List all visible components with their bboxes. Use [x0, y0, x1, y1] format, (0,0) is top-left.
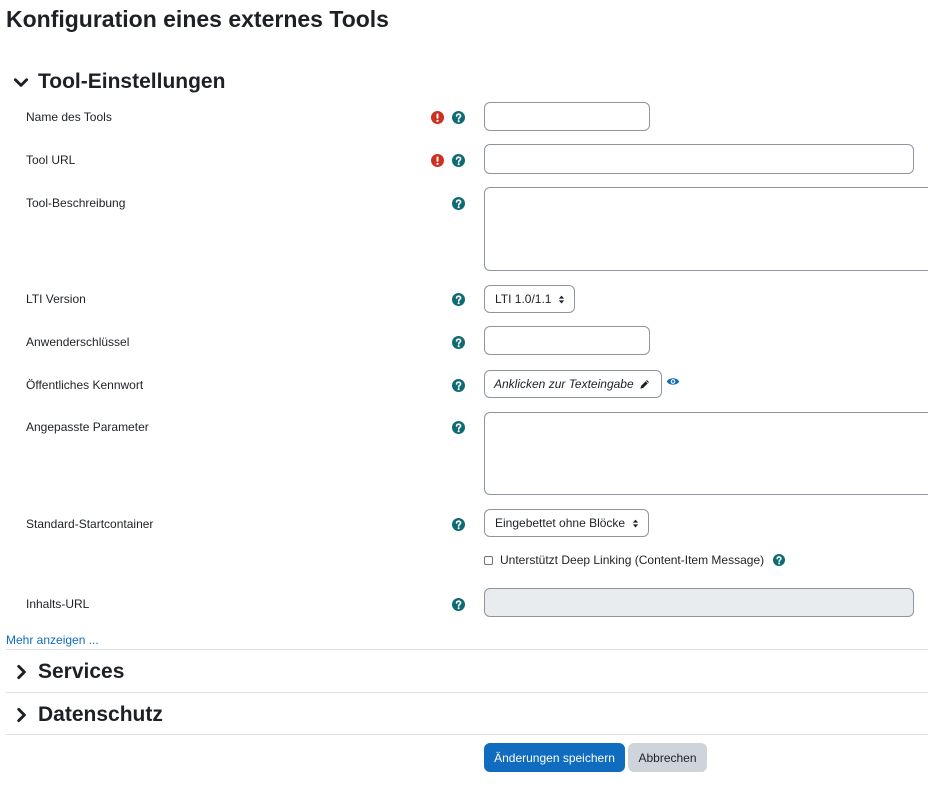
custom-params-textarea[interactable]: [484, 412, 928, 495]
cancel-button[interactable]: Abbrechen: [628, 743, 707, 772]
chevron-down-icon: [13, 78, 29, 87]
custom-params-label: Angepasste Parameter: [26, 420, 149, 434]
question-circle-icon[interactable]: [452, 336, 465, 349]
exclamation-circle-icon: [431, 111, 444, 124]
lti-version-select[interactable]: LTI 1.0/1.1: [484, 285, 576, 313]
question-circle-icon[interactable]: [452, 421, 465, 434]
launch-container-label: Standard-Startcontainer: [26, 517, 154, 531]
section-title: Datenschutz: [38, 703, 163, 726]
eye-icon[interactable]: [666, 376, 680, 387]
save-button[interactable]: Änderungen speichern: [484, 743, 625, 772]
content-url-label: Inhalts-URL: [26, 597, 90, 611]
tool-name-label: Name des Tools: [26, 110, 112, 124]
question-circle-icon[interactable]: [452, 598, 465, 611]
divider: [6, 649, 928, 650]
lti-version-selected: LTI 1.0/1.1: [495, 292, 552, 306]
question-circle-icon[interactable]: [452, 154, 465, 167]
divider: [6, 734, 928, 735]
chevron-right-icon: [17, 664, 26, 680]
tool-url-label: Tool URL: [26, 153, 76, 167]
section-tool-settings-toggle[interactable]: Tool-Einstellungen: [12, 70, 225, 94]
question-circle-icon[interactable]: [452, 111, 465, 124]
shared-secret-field[interactable]: Anklicken zur Texteingabe: [484, 370, 662, 398]
consumer-key-label: Anwenderschlüssel: [26, 335, 130, 349]
chevron-right-icon: [17, 707, 26, 723]
content-url-input: [484, 588, 914, 617]
question-circle-icon[interactable]: [452, 379, 465, 392]
tool-description-label: Tool-Beschreibung: [26, 196, 126, 210]
show-more-link[interactable]: Mehr anzeigen ...: [6, 633, 99, 647]
shared-secret-label: Öffentliches Kennwort: [26, 378, 144, 392]
tool-description-textarea[interactable]: [484, 187, 928, 271]
launch-container-select[interactable]: Eingebettet ohne Blöcke: [484, 509, 650, 537]
question-circle-icon[interactable]: [452, 197, 465, 210]
exclamation-circle-icon: [431, 154, 444, 167]
select-arrows-icon: [559, 295, 565, 303]
page-title: Konfiguration eines externes Tools: [6, 6, 389, 32]
question-circle-icon[interactable]: [452, 293, 465, 306]
tool-url-input[interactable]: [484, 144, 914, 174]
pencil-icon: [640, 379, 649, 389]
deep-linking-label[interactable]: Unterstützt Deep Linking (Content-Item M…: [500, 553, 764, 567]
question-circle-icon[interactable]: [773, 554, 786, 566]
tool-name-input[interactable]: [484, 102, 650, 131]
deep-linking-checkbox[interactable]: [484, 555, 493, 565]
question-circle-icon[interactable]: [452, 518, 465, 531]
launch-container-selected: Eingebettet ohne Blöcke: [495, 516, 626, 530]
divider: [6, 692, 928, 693]
shared-secret-placeholder: Anklicken zur Texteingabe: [494, 377, 634, 391]
section-services-toggle[interactable]: Services: [12, 660, 124, 684]
lti-version-label: LTI Version: [26, 292, 86, 306]
section-title: Tool-Einstellungen: [38, 70, 226, 93]
consumer-key-input[interactable]: [484, 326, 650, 355]
section-privacy-toggle[interactable]: Datenschutz: [12, 703, 163, 727]
deep-linking-row: Unterstützt Deep Linking (Content-Item M…: [484, 553, 786, 567]
select-arrows-icon: [632, 519, 639, 527]
section-title: Services: [38, 660, 125, 683]
